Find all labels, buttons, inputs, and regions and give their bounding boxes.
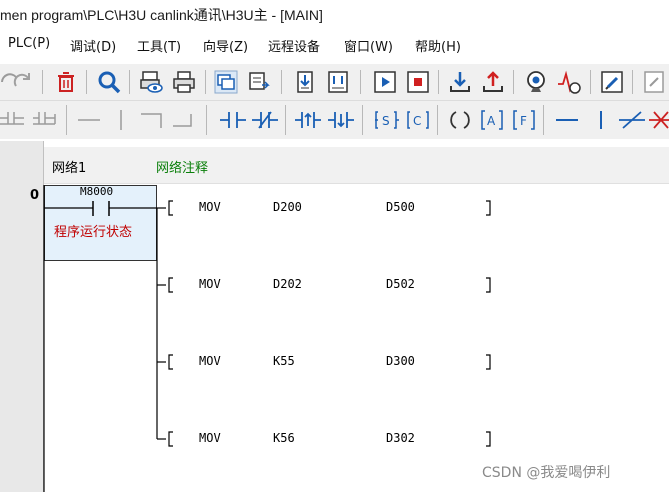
falling-edge-icon[interactable] bbox=[326, 106, 356, 134]
toolbar-separator bbox=[205, 70, 206, 94]
compare-doc-icon[interactable] bbox=[324, 68, 352, 96]
instruction-destination[interactable]: D500 bbox=[386, 200, 415, 214]
webcam-icon[interactable] bbox=[522, 68, 550, 96]
print-icon[interactable] bbox=[170, 68, 198, 96]
toolbar-separator bbox=[66, 105, 67, 135]
toolbar-separator bbox=[129, 70, 130, 94]
svg-text:F: F bbox=[520, 114, 527, 128]
tile-windows-icon[interactable] bbox=[245, 68, 273, 96]
ladder-editor[interactable]: 0 网络1 网络注释 M8000 程序运行状态 MOV D200 D500 MO… bbox=[0, 141, 669, 492]
toolbar-separator bbox=[206, 105, 207, 135]
toolbar-separator bbox=[513, 70, 514, 94]
toolbar-separator bbox=[360, 70, 361, 94]
rising-edge-icon[interactable] bbox=[293, 106, 323, 134]
menu-debug[interactable]: 调试(D) bbox=[70, 36, 116, 55]
set-instruction-icon[interactable]: S bbox=[371, 106, 401, 134]
ladder-toolbar: S C A F bbox=[0, 101, 669, 139]
instruction-opcode[interactable]: MOV bbox=[199, 431, 221, 445]
parallel-branch-icon[interactable] bbox=[0, 106, 30, 134]
download-doc-icon[interactable] bbox=[291, 68, 319, 96]
toolbar-separator bbox=[543, 105, 544, 135]
monitor-icon[interactable] bbox=[137, 68, 165, 96]
menu-window[interactable]: 窗口(W) bbox=[344, 36, 393, 55]
instruction-opcode[interactable]: MOV bbox=[199, 200, 221, 214]
vertical-wire-icon[interactable] bbox=[586, 106, 616, 134]
redo-icon[interactable] bbox=[8, 68, 36, 96]
toolbar-separator bbox=[285, 105, 286, 135]
menu-plc[interactable]: PLC(P) bbox=[8, 36, 50, 51]
instruction-source[interactable]: D200 bbox=[273, 200, 302, 214]
trace-icon[interactable] bbox=[555, 68, 583, 96]
edit-icon[interactable] bbox=[598, 68, 626, 96]
compare-instruction-icon[interactable]: C bbox=[403, 106, 433, 134]
watermark: CSDN @我爱喝伊利 bbox=[482, 465, 611, 481]
invert-icon[interactable] bbox=[617, 106, 647, 134]
download-icon[interactable] bbox=[446, 68, 474, 96]
instruction-destination[interactable]: D300 bbox=[386, 354, 415, 368]
rung-wiring bbox=[43, 185, 491, 492]
toolbar-separator bbox=[42, 70, 43, 94]
branch-down-icon[interactable] bbox=[138, 106, 168, 134]
menu-tools[interactable]: 工具(T) bbox=[137, 36, 181, 55]
instruction-source[interactable]: K56 bbox=[273, 431, 295, 445]
window-title: men program\PLC\H3U canlink通讯\H3U主 - [MA… bbox=[0, 7, 323, 23]
toolbar-separator bbox=[281, 70, 282, 94]
menu-wizard[interactable]: 向导(Z) bbox=[203, 36, 248, 55]
svg-text:C: C bbox=[413, 114, 421, 128]
toolbar-separator bbox=[632, 70, 633, 94]
toolbar-separator bbox=[362, 105, 363, 135]
nc-contact-icon[interactable] bbox=[250, 106, 280, 134]
notes-icon[interactable] bbox=[640, 68, 668, 96]
branch-up-icon[interactable] bbox=[170, 106, 200, 134]
title-bar: men program\PLC\H3U canlink通讯\H3U主 - [MA… bbox=[0, 0, 669, 30]
delete-wire-icon[interactable] bbox=[646, 106, 669, 134]
upload-icon[interactable] bbox=[479, 68, 507, 96]
parallel-branch-alt-icon[interactable] bbox=[31, 106, 61, 134]
delete-icon[interactable] bbox=[52, 68, 80, 96]
application-icon[interactable]: A bbox=[477, 106, 507, 134]
run-icon[interactable] bbox=[371, 68, 399, 96]
function-icon[interactable]: F bbox=[509, 106, 539, 134]
svg-text:A: A bbox=[487, 114, 496, 128]
instruction-source[interactable]: K55 bbox=[273, 354, 295, 368]
instruction-source[interactable]: D202 bbox=[273, 277, 302, 291]
instruction-destination[interactable]: D502 bbox=[386, 277, 415, 291]
instruction-opcode[interactable]: MOV bbox=[199, 277, 221, 291]
vertical-line-icon[interactable] bbox=[106, 106, 136, 134]
menu-remote-device[interactable]: 远程设备 bbox=[268, 36, 320, 55]
main-toolbar bbox=[0, 64, 669, 101]
toolbar-separator bbox=[86, 70, 87, 94]
toolbar-separator bbox=[438, 70, 439, 94]
no-contact-icon[interactable] bbox=[218, 106, 248, 134]
horizontal-wire-icon[interactable] bbox=[553, 106, 583, 134]
cascade-windows-icon[interactable] bbox=[212, 68, 240, 96]
menu-bar: PLC(P) 调试(D) 工具(T) 向导(Z) 远程设备 窗口(W) 帮助(H… bbox=[0, 33, 669, 59]
instruction-opcode[interactable]: MOV bbox=[199, 354, 221, 368]
menu-help[interactable]: 帮助(H) bbox=[415, 36, 461, 55]
toolbar-separator bbox=[437, 105, 438, 135]
svg-text:S: S bbox=[382, 114, 390, 128]
instruction-destination[interactable]: D302 bbox=[386, 431, 415, 445]
search-icon[interactable] bbox=[95, 68, 123, 96]
coil-icon[interactable] bbox=[445, 106, 475, 134]
toolbar-separator bbox=[590, 70, 591, 94]
horizontal-line-icon[interactable] bbox=[75, 106, 105, 134]
stop-icon[interactable] bbox=[404, 68, 432, 96]
